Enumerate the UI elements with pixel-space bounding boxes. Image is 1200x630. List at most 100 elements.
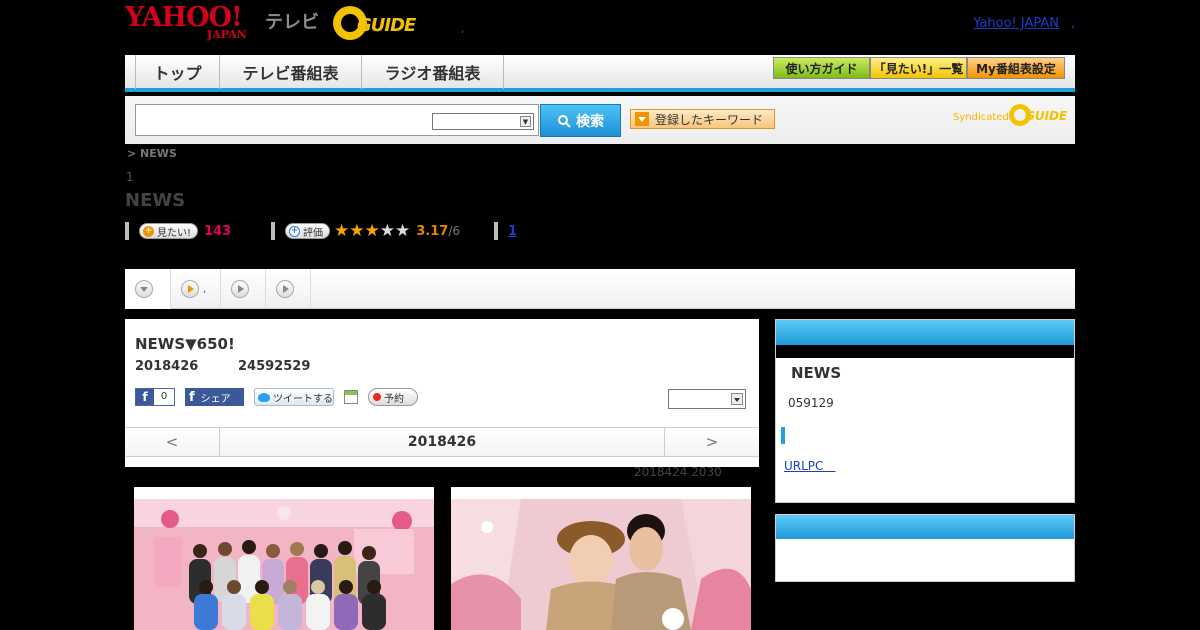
facebook-icon: f [189, 389, 195, 405]
gguide-logo-text: GUIDE [357, 15, 416, 36]
updated-timestamp: 2018424 2030 [634, 465, 722, 479]
calendar-icon[interactable] [344, 390, 358, 404]
rating-of: /6 [448, 224, 461, 238]
breadcrumb[interactable]: > NEWS [127, 147, 177, 160]
program-panel: NEWS▼650! 2018426 24592529 f 0 f シェア ツイー… [125, 319, 759, 467]
rate-button[interactable]: + 評価 [285, 223, 330, 239]
tab-details[interactable] [125, 269, 171, 309]
header-dot: , [461, 24, 465, 35]
play-icon [231, 280, 249, 298]
guide-button[interactable]: 使い方ガイド [773, 57, 870, 79]
tv-label[interactable]: テレビ [265, 8, 319, 34]
want-count: 143 [204, 223, 232, 239]
syndicated-gguide-logo: Syndicated GUIDE [953, 104, 1068, 128]
star-icon: ★ [395, 220, 411, 241]
reserve-button[interactable]: 予約 [368, 388, 418, 406]
chevron-down-icon [731, 393, 743, 405]
search-icon [558, 114, 571, 128]
site-header: YAHOO! JAPAN テレビ GUIDE , Yahoo! JAPAN , [125, 0, 1075, 55]
tab-3[interactable] [266, 269, 311, 309]
search-bar: ▼ 検索 登録したキーワード Syndicated GUIDE [125, 96, 1075, 144]
date-navigation: < 2018426 > [125, 427, 759, 457]
divider [125, 222, 129, 240]
syndicated-logo-text: GUIDE [1025, 109, 1068, 123]
star-icon: ★ [379, 220, 395, 241]
want-list-button[interactable]: 「見たい!」一覧 [870, 57, 967, 79]
yahoo-logo-sub: JAPAN [207, 28, 247, 41]
nav-tab-top[interactable]: トップ [135, 55, 220, 89]
rate-label: 評価 [303, 227, 323, 239]
next-date-button[interactable]: > [664, 428, 759, 456]
rating-score: 3.17 [416, 223, 449, 239]
syndicated-label: Syndicated [953, 112, 1009, 123]
want-label: 見たい! [157, 227, 192, 239]
sidebar-time: 059129 [788, 396, 834, 410]
tab-label: , [203, 283, 207, 295]
search-button[interactable]: 検索 [540, 104, 621, 137]
yahoo-japan-link[interactable]: Yahoo! JAPAN [973, 16, 1059, 31]
divider [271, 222, 275, 240]
program-select[interactable] [668, 389, 746, 409]
chevron-down-icon: ▼ [520, 116, 531, 127]
sidebar-url-link[interactable]: URLPC [784, 457, 835, 474]
plus-icon: + [143, 225, 154, 237]
nav-tab-radio-schedule[interactable]: ラジオ番組表 [362, 55, 504, 89]
facebook-like-button[interactable]: f 0 [135, 388, 175, 406]
star-icon: ★ [349, 220, 365, 241]
program-photo-1[interactable] [134, 487, 434, 630]
studio-group-photo [134, 499, 434, 630]
nav-tab-tv-schedule[interactable]: テレビ番組表 [220, 55, 362, 89]
play-icon [276, 280, 294, 298]
play-icon [181, 280, 199, 298]
registered-keywords-button[interactable]: 登録したキーワード [630, 109, 775, 129]
rating-stars: ★ ★ ★ ★ ★ [334, 220, 411, 241]
twitter-bird-icon [258, 392, 270, 402]
star-icon: ★ [364, 220, 380, 241]
tab-2[interactable] [221, 269, 266, 309]
sidebar-panel-2 [775, 514, 1075, 582]
search-category-select[interactable]: ▼ [432, 113, 534, 130]
reserve-label: 予約 [384, 393, 404, 405]
couple-photo-illustration [451, 499, 751, 630]
main-nav: トップ テレビ番組表 ラジオ番組表 使い方ガイド 「見たい!」一覧 My番組表設… [125, 55, 1075, 92]
facebook-share-label: シェア [200, 393, 231, 405]
rating-section: + 評価 ★ ★ ★ ★ ★ 3.17 /6 [271, 221, 460, 241]
down-arrow-icon [135, 279, 153, 298]
facebook-icon: f [136, 389, 154, 405]
tweet-label: ツイートする [273, 393, 333, 405]
gguide-logo[interactable]: GUIDE [333, 6, 429, 40]
my-schedule-settings-button[interactable]: My番組表設定 [967, 57, 1065, 79]
yahoo-japan-suffix: , [1070, 16, 1075, 31]
program-photo-2[interactable] [451, 487, 751, 630]
sidebar-subheader [776, 345, 1074, 358]
program-date: 2018426 [135, 359, 199, 374]
dropdown-icon [635, 112, 649, 126]
current-date: 2018426 [407, 434, 477, 450]
tweet-button[interactable]: ツイートする [254, 388, 334, 406]
record-icon [373, 393, 381, 401]
star-icon: ★ [334, 220, 350, 241]
want-section: + 見たい! 143 [125, 221, 231, 241]
program-time: 24592529 [238, 359, 311, 374]
plus-icon: + [289, 225, 300, 237]
facebook-like-count: 0 [154, 389, 174, 405]
couple-photo [451, 499, 751, 630]
tab-1[interactable]: , [171, 269, 221, 309]
social-buttons: f 0 f シェア ツイートする 予約 [135, 388, 418, 406]
group-photo-illustration [134, 499, 434, 630]
channel-number: 1 [126, 170, 134, 184]
search-button-label: 検索 [576, 113, 604, 130]
sidebar-header [776, 320, 1074, 345]
prev-date-button[interactable]: < [125, 428, 220, 456]
sidebar-header-2 [776, 515, 1074, 539]
want-button[interactable]: + 見たい! [139, 223, 199, 239]
divider [494, 222, 498, 240]
yahoo-logo[interactable]: YAHOO! [125, 4, 243, 31]
page-title: NEWS [125, 190, 186, 211]
reviews-link[interactable]: 1 [508, 224, 517, 239]
sidebar-title: NEWS [791, 364, 842, 382]
section-marker [781, 427, 785, 444]
registered-keywords-label: 登録したキーワード [655, 112, 764, 127]
facebook-share-button[interactable]: f シェア [185, 388, 244, 406]
program-title: NEWS▼650! [135, 335, 235, 353]
